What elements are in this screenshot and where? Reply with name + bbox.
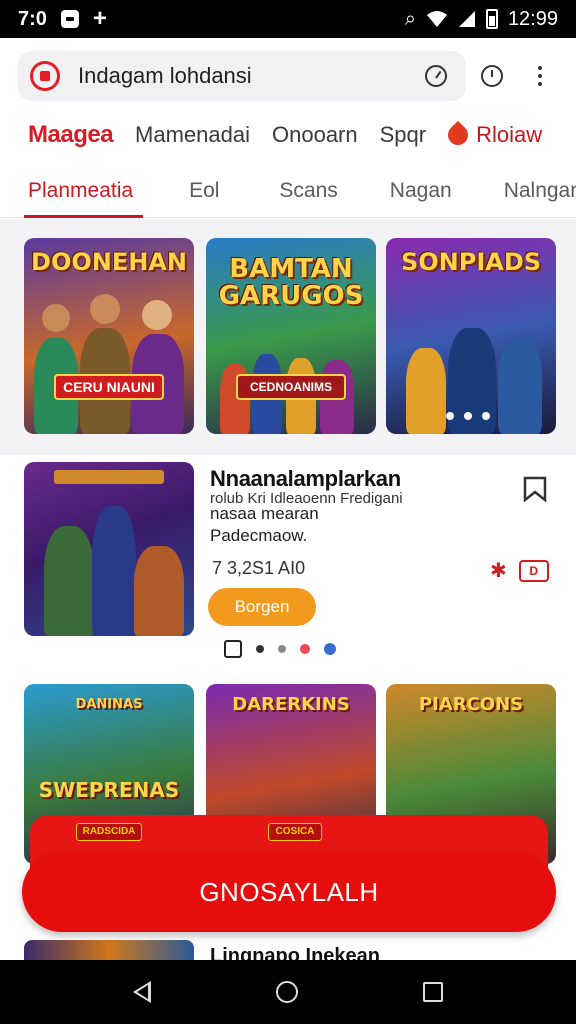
page-dot — [324, 643, 336, 655]
game-card-title: PIARCONS — [418, 694, 524, 715]
featured-item: Nnaanalamplarkan rolub Kri Idleaoenn Fre… — [0, 460, 576, 670]
flame-icon — [443, 120, 473, 150]
tab-bar: Planmeatia Eol Scans Nagan Nalngan — [0, 164, 576, 218]
tab-nalngan[interactable]: Nalngan — [470, 164, 576, 218]
featured-button[interactable]: Borgen — [208, 588, 316, 626]
game-card-title: DARERKINS — [232, 694, 350, 715]
search-query[interactable]: Indagam lohdansi — [78, 63, 418, 89]
navigation-bar — [0, 960, 576, 1024]
tab-nagan[interactable]: Nagan — [356, 164, 470, 218]
more-options-icon[interactable] — [522, 58, 558, 94]
notification-icon — [60, 10, 79, 28]
game-card-title: SWEPRENAS — [38, 778, 180, 802]
category-item[interactable]: Mamenadai — [135, 122, 250, 148]
timer-icon[interactable] — [418, 58, 454, 94]
featured-image[interactable] — [24, 462, 194, 636]
hero-title: DOONEHAN — [31, 248, 187, 276]
featured-actions: ✱ D — [490, 558, 549, 583]
featured-stats: 7 3,2S1 AI0 — [212, 558, 306, 578]
hero-card[interactable]: DOONEHAN CERU NIAUNI — [24, 238, 194, 434]
clock-icon[interactable] — [474, 58, 510, 94]
page-dot — [300, 644, 310, 654]
hero-banner: CEDNOANIMS — [236, 374, 346, 400]
battery-icon — [485, 9, 498, 29]
tab-planmeatia[interactable]: Planmeatia — [23, 164, 151, 218]
category-row: Maagea Mamenadai Onooarn Spqr Rloiaw — [0, 112, 576, 158]
vibrate-icon: ⌕ — [404, 7, 416, 30]
bookmark-icon[interactable] — [522, 476, 548, 502]
tab-eol[interactable]: Eol — [151, 164, 237, 218]
featured-title[interactable]: Nnaanalamplarkan — [210, 466, 401, 492]
carousel-dots[interactable] — [446, 412, 490, 420]
hero-banner: CERU NIAUNI — [54, 374, 164, 400]
page-indicator[interactable] — [224, 640, 336, 658]
brand-logo[interactable]: Maagea — [28, 121, 114, 149]
page-dot — [278, 645, 286, 653]
cta-tag: COSICA — [268, 823, 322, 841]
peek-image[interactable] — [24, 940, 194, 960]
game-card-tag: DANINAS — [75, 697, 143, 712]
status-time-left: 7:0 — [18, 7, 47, 30]
featured-subtitle: Padecmaow. — [210, 526, 308, 545]
red-badge-button[interactable]: D — [518, 559, 549, 582]
hero-title: SONPIADS — [400, 248, 542, 276]
page-dot — [256, 645, 264, 653]
category-item[interactable]: Spqr — [380, 122, 426, 148]
page-indicator-box — [224, 640, 242, 658]
signal-icon — [458, 11, 475, 27]
search-row: Indagam lohdansi — [18, 50, 558, 102]
status-left: 7:0 + — [18, 7, 107, 31]
app-logo-icon — [30, 61, 60, 91]
plus-icon: + — [92, 5, 107, 32]
status-bar: 7:0 + ⌕ 12:99 — [0, 0, 576, 38]
back-icon[interactable] — [132, 981, 151, 1003]
home-icon[interactable] — [275, 981, 298, 1003]
wifi-icon — [426, 11, 447, 27]
search-bar[interactable]: Indagam lohdansi — [18, 51, 467, 101]
cta-button[interactable]: GNOSAYLALH — [22, 852, 556, 932]
peek-title[interactable]: Lingnapo Inekean — [210, 944, 380, 960]
star-icon[interactable]: ✱ — [490, 558, 507, 583]
category-item[interactable]: Onooarn — [272, 122, 358, 148]
category-trending[interactable]: Rloiaw — [443, 120, 543, 150]
tab-scans[interactable]: Scans — [237, 164, 355, 218]
recents-icon[interactable] — [423, 982, 444, 1002]
featured-subtitle: nasaa mearan — [210, 504, 319, 523]
hero-title: BAMTAN GARUGOS — [218, 254, 364, 312]
status-right: ⌕ 12:99 — [405, 8, 558, 31]
hero-card[interactable]: SONPIADS — [386, 238, 556, 434]
cta-tag: RADSCIDA — [76, 823, 142, 841]
category-trending-label: Rloiaw — [476, 122, 543, 147]
status-time-right: 12:99 — [507, 7, 558, 30]
hero-card[interactable]: BAMTAN GARUGOS CEDNOANIMS — [206, 238, 376, 434]
screen: 7:0 + ⌕ 12:99 Indagam lohdansi Maagea Ma… — [0, 0, 576, 1024]
hero-carousel[interactable]: DOONEHAN CERU NIAUNI BAMTAN GARUGOS CEDN… — [0, 219, 576, 455]
